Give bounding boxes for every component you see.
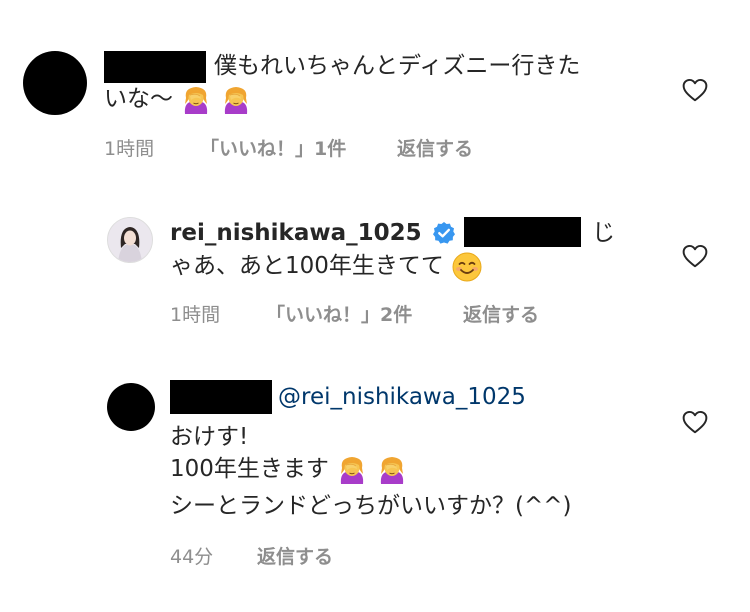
avatar[interactable] — [107, 217, 153, 263]
comment-time: 1時間 — [170, 304, 221, 326]
mention-link[interactable]: @rei_nishikawa_1025 — [278, 384, 526, 410]
comment-text-line3: シーとランドどっちがいいすか？(^^) — [170, 493, 572, 519]
likes-count-link[interactable]: 「いいね！」2件 — [266, 300, 412, 327]
verified-badge-icon — [433, 222, 455, 244]
comment-text-line2: ゃあ、あと100年生きてて — [170, 253, 444, 279]
reply-button[interactable]: 返信する — [257, 542, 333, 569]
facepalm-woman-emoji — [376, 454, 408, 486]
comment-time: 44分 — [170, 546, 214, 568]
avatar[interactable] — [107, 383, 155, 431]
comment-text-line1-tail: じ — [592, 220, 615, 246]
smiling-face-emoji — [452, 252, 482, 281]
redacted-username — [170, 380, 272, 414]
avatar[interactable] — [23, 51, 87, 115]
reply-button[interactable]: 返信する — [463, 300, 539, 327]
heart-outline-icon[interactable] — [682, 410, 708, 434]
redacted-username — [104, 51, 206, 83]
comment-text-line1: おけす! — [170, 424, 249, 450]
redacted-mention — [464, 217, 581, 247]
comment-time: 1時間 — [104, 138, 155, 160]
comment-text-line2: 100年生きます — [170, 456, 329, 482]
likes-count-link[interactable]: 「いいね！」1件 — [200, 134, 346, 161]
comment-username[interactable]: rei_nishikawa_1025 — [170, 220, 422, 246]
heart-outline-icon[interactable] — [682, 78, 708, 102]
reply-button[interactable]: 返信する — [397, 134, 473, 161]
facepalm-woman-emoji — [180, 84, 212, 116]
facepalm-woman-emoji — [220, 84, 252, 116]
heart-outline-icon[interactable] — [682, 244, 708, 268]
comment-text-line1: 僕もれいちゃんとディズニー行きた — [214, 53, 581, 79]
comment-text-line2: いな〜 — [104, 86, 173, 112]
facepalm-woman-emoji — [336, 454, 368, 486]
profile-photo — [108, 218, 152, 262]
